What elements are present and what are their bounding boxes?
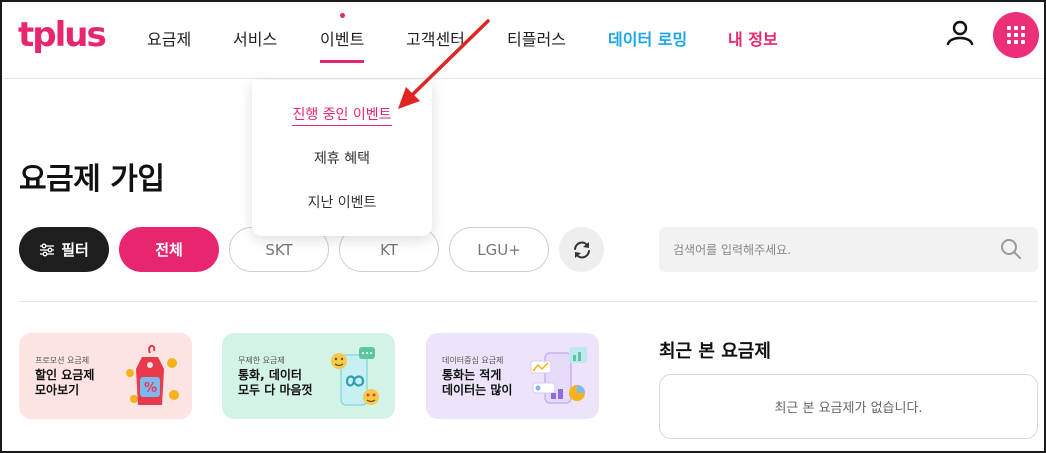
page-title: 요금제 가입 bbox=[19, 162, 165, 197]
refresh-icon[interactable] bbox=[559, 227, 604, 272]
tplus-logo[interactable]: tplus bbox=[18, 15, 122, 56]
dropdown-item-partner-benefits[interactable]: 제휴 혜택 bbox=[252, 148, 432, 168]
nav-item-tplus[interactable]: 티플러스 bbox=[507, 26, 566, 50]
search-bar bbox=[659, 227, 1038, 272]
top-header: tplus 요금제 서비스 이벤트 고객센터 티플러스 데이터 로밍 내 정보 bbox=[2, 2, 1044, 79]
filter-label: 필터 bbox=[61, 241, 89, 259]
active-nav-underline bbox=[320, 60, 364, 63]
filter-button[interactable]: 필터 bbox=[19, 227, 109, 272]
sliders-icon bbox=[40, 243, 55, 256]
card-title: 통화, 데이터 모두 다 마음껏 bbox=[238, 368, 313, 397]
section-divider bbox=[19, 301, 1038, 302]
discount-tag-icon: % bbox=[122, 343, 184, 411]
search-icon[interactable] bbox=[1000, 238, 1022, 260]
data-plan-card[interactable]: 데이터중심 요금제 통화는 적게 데이터는 많이 bbox=[426, 333, 599, 419]
card-eyebrow: 데이터중심 요금제 bbox=[442, 356, 504, 365]
svg-text:tplus: tplus bbox=[18, 16, 105, 55]
grid-menu-icon[interactable] bbox=[993, 12, 1039, 58]
active-nav-dot bbox=[340, 13, 345, 18]
search-input[interactable] bbox=[673, 227, 993, 272]
chip-lgu[interactable]: LGU+ bbox=[449, 227, 549, 272]
app-window: tplus 요금제 서비스 이벤트 고객센터 티플러스 데이터 로밍 내 정보 bbox=[0, 0, 1046, 453]
red-arrow-annotation bbox=[392, 17, 492, 117]
card-eyebrow: 프로모션 요금제 bbox=[35, 356, 90, 365]
promo-plan-card[interactable]: 프로모션 요금제 할인 요금제 모아보기 % bbox=[19, 333, 192, 419]
nav-item-services[interactable]: 서비스 bbox=[233, 26, 277, 50]
chip-all[interactable]: 전체 bbox=[119, 227, 219, 272]
nav-item-events[interactable]: 이벤트 bbox=[320, 26, 364, 50]
phone-emoji-icon bbox=[325, 343, 387, 411]
user-icon[interactable] bbox=[942, 16, 978, 52]
dropdown-item-label: 진행 중인 이벤트 bbox=[292, 107, 392, 126]
card-eyebrow: 무제한 요금제 bbox=[238, 356, 285, 365]
unlimited-plan-card[interactable]: 무제한 요금제 통화, 데이터 모두 다 마음껏 bbox=[222, 333, 395, 419]
card-title: 통화는 적게 데이터는 많이 bbox=[442, 368, 513, 397]
dropdown-item-past-events[interactable]: 지난 이벤트 bbox=[252, 192, 432, 212]
nav-item-my-info[interactable]: 내 정보 bbox=[728, 26, 778, 50]
phone-chart-icon bbox=[529, 343, 591, 411]
nav-item-plans[interactable]: 요금제 bbox=[147, 26, 191, 50]
nav-item-data-roaming[interactable]: 데이터 로밍 bbox=[608, 26, 687, 50]
recent-plans-title: 최근 본 요금제 bbox=[659, 341, 771, 362]
svg-text:%: % bbox=[144, 381, 157, 396]
card-title: 할인 요금제 모아보기 bbox=[35, 368, 95, 397]
recent-plans-empty: 최근 본 요금제가 없습니다. bbox=[659, 374, 1038, 439]
